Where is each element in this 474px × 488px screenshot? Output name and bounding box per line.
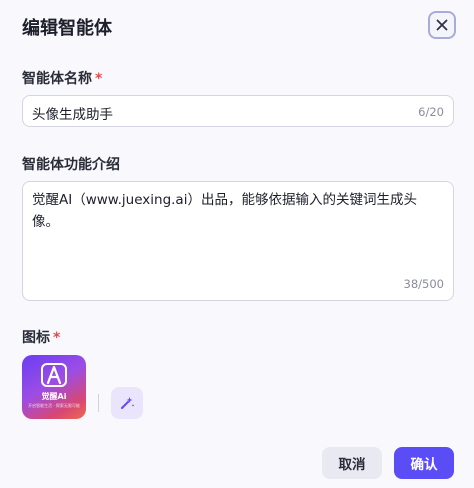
close-icon bbox=[436, 19, 448, 31]
confirm-button[interactable]: 确认 bbox=[394, 447, 454, 479]
logo-mark-icon bbox=[41, 363, 67, 387]
required-mark: * bbox=[53, 330, 61, 346]
description-value: 觉醒AI（www.juexing.ai）出品，能够依据输入的关键词生成头像。 bbox=[32, 192, 417, 230]
dialog-title: 编辑智能体 bbox=[22, 18, 112, 39]
close-button[interactable] bbox=[428, 11, 456, 39]
name-field-label: 智能体名称 * bbox=[22, 68, 102, 88]
logo-slogan: 开启智能生活 · 探索无限可能 bbox=[28, 403, 80, 408]
divider bbox=[98, 394, 99, 412]
description-field-label: 智能体功能介绍 bbox=[22, 157, 120, 173]
name-input-value: 头像生成助手 bbox=[32, 107, 113, 123]
icon-label-text: 图标 bbox=[22, 330, 50, 346]
name-label-text: 智能体名称 bbox=[22, 71, 92, 87]
agent-icon-preview[interactable]: 觉醒Ai 开启智能生活 · 探索无限可能 bbox=[22, 355, 86, 419]
icon-field-label: 图标 * bbox=[22, 327, 60, 347]
name-input[interactable]: 头像生成助手 6/20 bbox=[22, 95, 454, 127]
logo-text: 觉醒Ai bbox=[41, 392, 67, 401]
ai-generate-icon-button[interactable] bbox=[111, 387, 143, 419]
description-textarea[interactable]: 觉醒AI（www.juexing.ai）出品，能够依据输入的关键词生成头像。 3… bbox=[22, 181, 454, 301]
logo-a-glyph-icon bbox=[46, 365, 62, 385]
sparkle-icon bbox=[121, 397, 135, 409]
required-mark: * bbox=[95, 71, 103, 87]
description-char-counter: 38/500 bbox=[403, 277, 444, 291]
cancel-button[interactable]: 取消 bbox=[322, 447, 382, 479]
name-char-counter: 6/20 bbox=[418, 105, 444, 119]
